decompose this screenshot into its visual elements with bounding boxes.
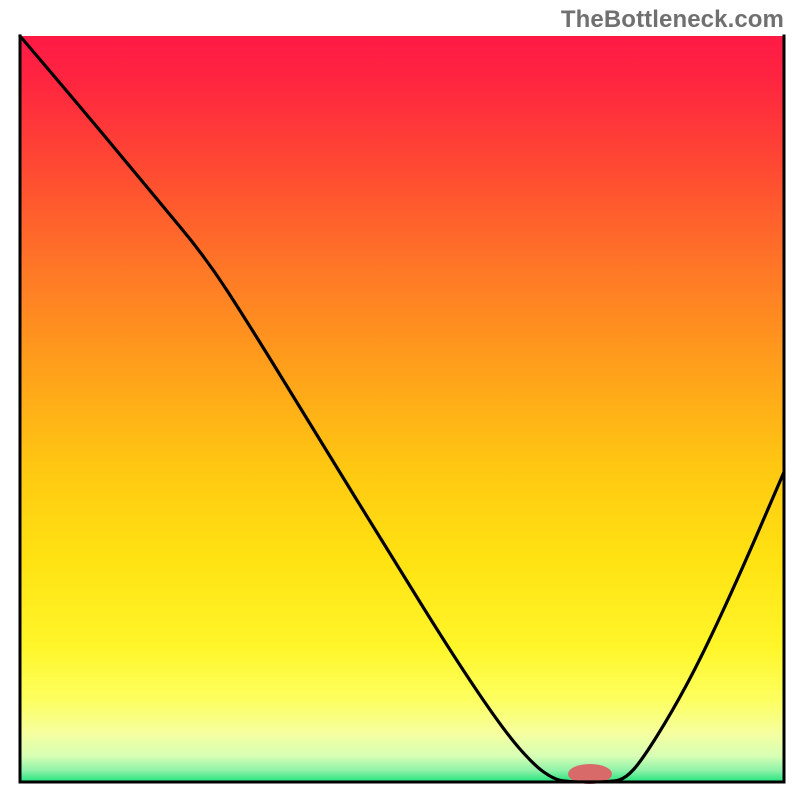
chart-container: TheBottleneck.com [0,0,800,800]
watermark-text: TheBottleneck.com [561,6,784,34]
bottleneck-chart [0,0,800,800]
gradient-background [20,36,784,782]
